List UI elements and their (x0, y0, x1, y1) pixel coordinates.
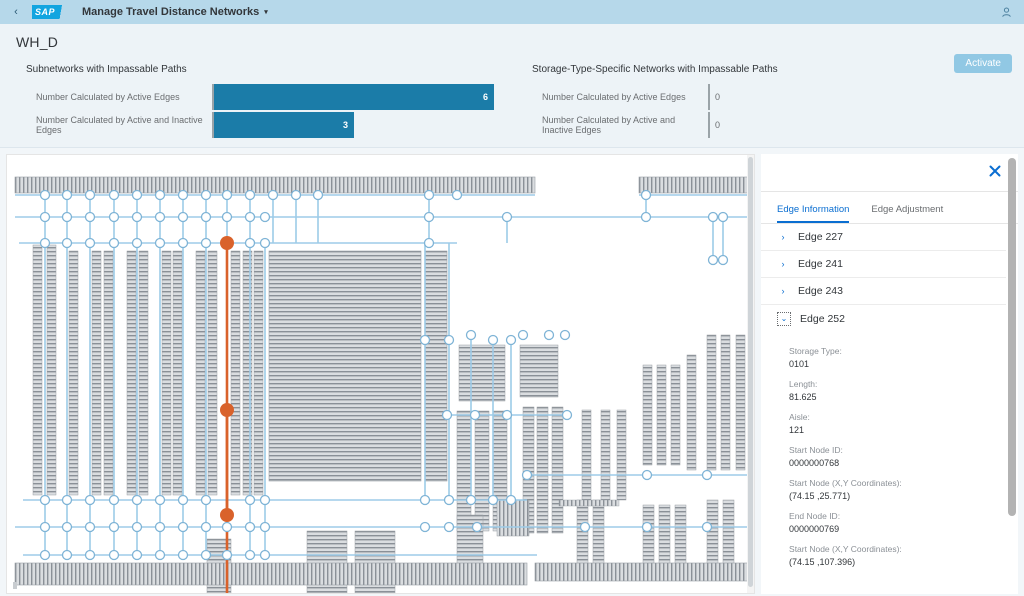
detail-key-length: Length: (789, 379, 818, 389)
user-avatar-icon[interactable] (998, 4, 1014, 20)
map-vertical-scrollbar[interactable] (747, 155, 755, 593)
rack-group-center-block (268, 250, 448, 482)
kpi-label: Number Calculated by Active Edges (36, 92, 180, 102)
kpi-group-storage-type: Storage-Type-Specific Networks with Impa… (522, 64, 1002, 138)
panel-top-bar (761, 154, 1018, 192)
map-corner-marker (13, 582, 17, 589)
back-button[interactable]: ‹ (8, 4, 24, 20)
edge-label: Edge 227 (798, 231, 843, 243)
detail-key-start-node-id: Start Node ID: (789, 445, 843, 455)
kpi-row: Number Calculated by Active Edges 0 (522, 84, 1002, 110)
edge-detail-fields: Storage Type: 0101 Length: 81.625 Aisle:… (761, 332, 1006, 567)
chevron-right-icon: › (781, 286, 785, 296)
sap-logo-text: SAP (35, 7, 56, 17)
edge-list-item-243[interactable]: › Edge 243 (761, 278, 1006, 305)
chevron-right-icon: › (781, 232, 785, 242)
kpi-value: 0 (715, 120, 721, 130)
app-title-label: Manage Travel Distance Networks (82, 6, 260, 18)
kpi-track: 0 (708, 112, 1002, 138)
warehouse-map-card[interactable] (6, 154, 756, 594)
kpi-track: 6 (212, 84, 522, 110)
detail-value-start-node-id: 0000000768 (789, 458, 840, 468)
chevron-right-icon: › (781, 259, 785, 269)
edge-details-panel: Edge Information Edge Adjustment › Edge … (761, 154, 1018, 594)
panel-vertical-scrollbar[interactable] (1008, 158, 1016, 590)
kpi-track: 3 (212, 112, 522, 138)
detail-key-start-node-coords: Start Node (X,Y Coordinates): (789, 478, 902, 488)
detail-key-end-node-id: End Node ID: (789, 511, 841, 521)
kpi-row: Number Calculated by Active and Inactive… (16, 112, 522, 138)
kpi-row: Number Calculated by Active Edges 6 (16, 84, 522, 110)
detail-key-end-node-coords: Start Node (X,Y Coordinates): (789, 544, 902, 554)
edge-list-item-241[interactable]: › Edge 241 (761, 251, 1006, 278)
kpi-group-subnetworks: Subnetworks with Impassable Paths Number… (16, 64, 522, 138)
kpi-label: Number Calculated by Active Edges (542, 92, 686, 102)
detail-value-storage-type: 0101 (789, 359, 810, 369)
kpi-group-heading: Subnetworks with Impassable Paths (26, 64, 187, 75)
page-title: WH_D (16, 34, 59, 50)
kpi-group-heading: Storage-Type-Specific Networks with Impa… (532, 64, 778, 75)
panel-tab-bar: Edge Information Edge Adjustment (761, 192, 1018, 224)
detail-value-start-node-coords: (74.15 ,25.771) (789, 491, 851, 501)
chevron-down-icon: ▾ (264, 9, 268, 16)
edge-label: Edge 252 (800, 312, 845, 325)
edge-list-item-227[interactable]: › Edge 227 (761, 224, 1006, 251)
detail-value-end-node-coords: (74.15 ,107.396) (789, 557, 856, 567)
panel-scrollbar-thumb[interactable] (1008, 158, 1016, 516)
chevron-down-icon: ⌄ (777, 311, 792, 326)
edge-list-item-252[interactable]: ⌄ Edge 252 (761, 305, 1006, 332)
edge-label: Edge 241 (798, 258, 843, 270)
kpi-bar[interactable]: 3 (214, 112, 354, 138)
map-scrollbar-thumb[interactable] (748, 157, 754, 587)
kpi-label: Number Calculated by Active and Inactive… (36, 115, 203, 135)
person-icon (1001, 6, 1011, 17)
kpi-row: Number Calculated by Active and Inactive… (522, 112, 1002, 138)
content-area: Edge Information Edge Adjustment › Edge … (0, 148, 1024, 596)
kpi-value: 0 (715, 92, 721, 102)
app-title-menu[interactable]: Manage Travel Distance Networks ▾ (82, 6, 268, 18)
tab-edge-adjustment[interactable]: Edge Adjustment (871, 204, 943, 223)
tab-edge-information[interactable]: Edge Information (777, 204, 850, 223)
kpi-track: 0 (708, 84, 1002, 110)
sap-logo: SAP (32, 5, 68, 19)
back-chevron-icon: ‹ (14, 6, 18, 18)
detail-value-end-node-id: 0000000769 (789, 524, 840, 534)
panel-body: › Edge 227 › Edge 241 › Edge 243 ⌄ Edge … (761, 224, 1018, 594)
object-page-header: WH_D Activate Subnetworks with Impassabl… (0, 24, 1024, 148)
detail-key-storage-type: Storage Type: (789, 346, 842, 356)
warehouse-layout-svg[interactable] (7, 155, 755, 594)
edge-label: Edge 243 (798, 285, 843, 297)
detail-key-aisle: Aisle: (789, 412, 810, 422)
close-icon[interactable] (986, 162, 1004, 180)
shell-bar: ‹ SAP Manage Travel Distance Networks ▾ (0, 0, 1024, 24)
kpi-groups: Subnetworks with Impassable Paths Number… (16, 64, 1008, 138)
close-x-icon (989, 165, 1001, 177)
detail-value-length: 81.625 (789, 392, 817, 402)
kpi-label: Number Calculated by Active and Inactive… (542, 115, 676, 135)
detail-value-aisle: 121 (789, 425, 805, 435)
kpi-bar[interactable]: 6 (214, 84, 494, 110)
